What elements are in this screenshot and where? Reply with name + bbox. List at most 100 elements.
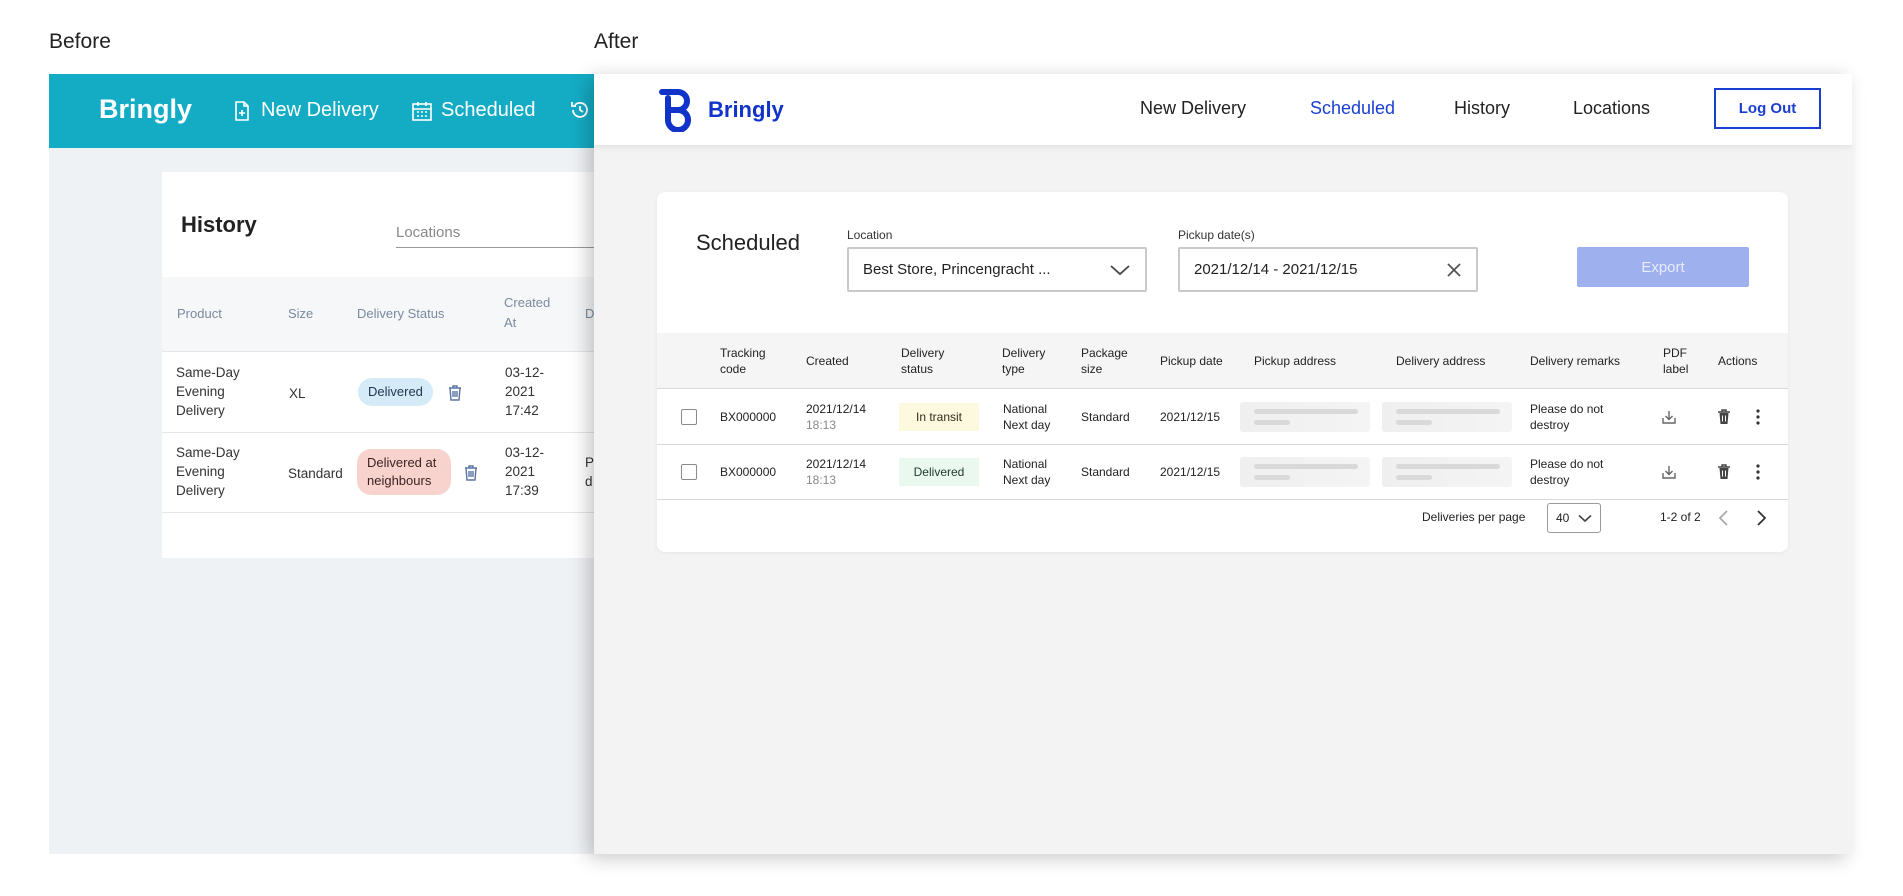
package-size-cell: Standard [1081,410,1130,424]
created-cell: 2021/12/14 18:13 [806,401,866,433]
pickup-date-label: Pickup date(s) [1178,228,1255,242]
created-time: 18:13 [806,418,837,432]
column-header[interactable]: Delivery Status [357,304,444,324]
table-row[interactable]: Same-Day Evening Delivery Standard Deliv… [162,433,649,513]
table-row[interactable]: BX000000 2021/12/14 18:13 In transit Nat… [657,390,1788,445]
table-row[interactable]: Same-Day Evening Delivery XL Delivered 0… [162,353,649,433]
created-cell: 03-12-2021 17:39 [505,445,545,498]
pickup-address-redacted [1240,457,1370,487]
trash-icon[interactable] [446,384,464,402]
before-nav-label: New Delivery [261,99,379,121]
chevron-down-icon [1110,264,1130,275]
table-row[interactable]: BX000000 2021/12/14 18:13 Delivered Nati… [657,445,1788,500]
status-badge: In transit [899,403,979,431]
delivery-address-redacted [1382,457,1512,487]
before-logo[interactable]: Bringly [99,94,192,125]
column-header[interactable]: Delivery remarks [1530,353,1620,369]
after-logo[interactable]: Bringly [656,88,784,132]
logout-button[interactable]: Log Out [1714,88,1821,129]
column-header[interactable]: Tracking code [720,345,780,377]
status-badge: Delivered [358,378,433,406]
per-page-select[interactable]: 40 [1547,503,1601,533]
delivery-type-cell: National Next day [1003,457,1051,487]
status-badge: Delivered at neighbours [357,449,451,495]
column-header[interactable]: Product [177,304,222,324]
new-document-icon [235,100,249,121]
status-badge: Delivered [899,458,979,486]
row-checkbox[interactable] [681,464,697,480]
chevron-right-icon[interactable] [1754,509,1768,527]
before-nav-new-delivery[interactable]: New Delivery [231,99,379,122]
per-page-label: Deliveries per page [1422,510,1526,524]
before-nav-history[interactable] [569,99,591,121]
delivery-address-redacted [1382,402,1512,432]
bringly-logo-icon [659,89,691,132]
download-icon[interactable] [1660,463,1678,481]
before-nav-scheduled[interactable]: Scheduled [411,99,536,122]
scheduled-card: Scheduled Location Best Store, Princengr… [657,192,1788,552]
remarks-cell: Please do not destroy [1530,402,1604,432]
created-time: 18:13 [806,473,837,487]
after-screen: Bringly New Delivery Scheduled History L… [594,74,1852,854]
size-cell: XL [289,386,306,401]
after-caption: After [594,30,639,53]
column-header[interactable]: Created At [504,293,564,333]
column-header[interactable]: Size [288,304,313,324]
more-vertical-icon[interactable] [1749,408,1767,426]
row-checkbox[interactable] [681,409,697,425]
before-nav-label: Scheduled [441,99,536,121]
created-date: 2021/12/14 [806,402,867,416]
pickup-date-cell: 2021/12/15 [1160,410,1221,424]
before-history-card: History Locations Product Size Delivery … [162,172,649,558]
location-value: Best Store, Princengracht ... [863,261,1051,278]
created-cell: 03-12-2021 17:42 [505,365,545,418]
created-cell: 2021/12/14 18:13 [806,456,866,488]
product-cell: Same-Day Evening Delivery [176,365,240,418]
nav-locations[interactable]: Locations [1573,98,1650,119]
before-screen: Bringly New Delivery Scheduled History L… [49,74,649,854]
pickup-date-input[interactable]: 2021/12/14 - 2021/12/15 [1178,247,1478,292]
history-clock-icon [571,102,588,118]
tracking-cell: BX000000 [720,465,777,479]
download-icon[interactable] [1660,408,1678,426]
location-label: Location [847,228,893,242]
brand-name: Bringly [708,97,784,122]
column-header[interactable]: Created [806,353,849,369]
page-range: 1-2 of 2 [1660,510,1701,524]
column-header[interactable]: D [585,304,594,324]
per-page-value: 40 [1556,511,1570,525]
column-header[interactable]: PDF label [1663,345,1693,377]
column-header[interactable]: Pickup date [1160,353,1223,369]
table-header: Tracking code Created Delivery status De… [657,333,1788,389]
calendar-icon [412,101,432,121]
delivery-type-cell: National Next day [1003,402,1051,432]
page-title: History [181,212,257,237]
column-header[interactable]: Actions [1718,353,1757,369]
page-title: Scheduled [696,230,800,255]
column-header[interactable]: Package size [1081,345,1136,377]
trash-icon[interactable] [1715,463,1733,481]
nav-history[interactable]: History [1454,98,1510,119]
package-size-cell: Standard [1081,465,1130,479]
column-header[interactable]: Delivery status [901,345,961,377]
nav-new-delivery[interactable]: New Delivery [1140,98,1246,119]
pickup-date-value: 2021/12/14 - 2021/12/15 [1194,261,1358,278]
location-select[interactable]: Best Store, Princengracht ... [847,247,1147,292]
chevron-left-icon[interactable] [1717,509,1731,527]
pickup-address-redacted [1240,402,1370,432]
trash-icon[interactable] [1715,408,1733,426]
column-header[interactable]: Pickup address [1254,353,1336,369]
close-icon[interactable] [1446,262,1462,278]
more-vertical-icon[interactable] [1749,463,1767,481]
tracking-cell: BX000000 [720,410,777,424]
column-header[interactable]: Delivery type [1002,345,1062,377]
chevron-down-icon [1578,514,1592,522]
table-header: Product Size Delivery Status Created At … [162,277,649,352]
trash-icon[interactable] [462,464,480,482]
remarks-cell: Please do not destroy [1530,457,1604,487]
export-button[interactable]: Export [1577,247,1749,287]
nav-scheduled[interactable]: Scheduled [1310,98,1395,119]
column-header[interactable]: Delivery address [1396,353,1485,369]
product-cell: Same-Day Evening Delivery [176,445,240,498]
pickup-date-cell: 2021/12/15 [1160,465,1221,479]
